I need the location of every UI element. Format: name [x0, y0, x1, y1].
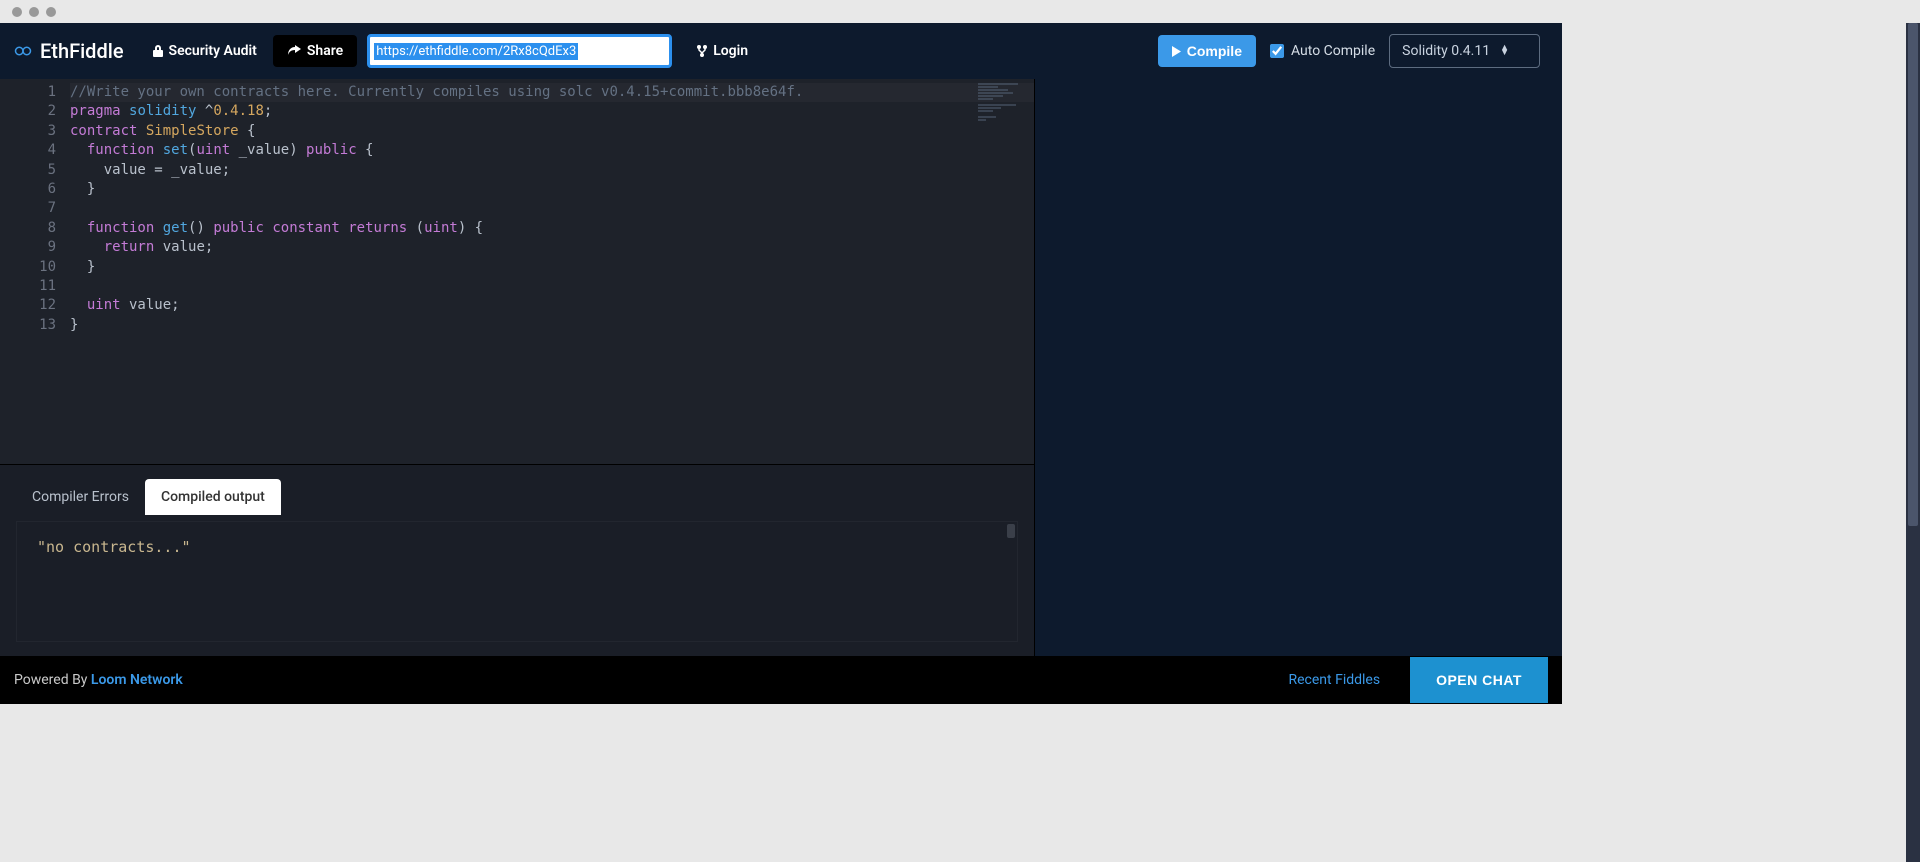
lock-icon [152, 44, 164, 58]
output-area: Compiler Errors Compiled output "no cont… [0, 465, 1034, 656]
footer-credit: Powered By Loom Network [14, 672, 183, 688]
tab-compiled-output[interactable]: Compiled output [145, 479, 281, 515]
loom-network-link[interactable]: Loom Network [91, 672, 183, 688]
powered-prefix: Powered By [14, 672, 91, 688]
tab-compiler-errors[interactable]: Compiler Errors [16, 479, 145, 515]
auto-compile-toggle[interactable]: Auto Compile [1270, 43, 1375, 59]
share-label: Share [307, 43, 343, 59]
editor-code[interactable]: //Write your own contracts here. Current… [64, 79, 1034, 464]
recent-fiddles-link[interactable]: Recent Fiddles [1289, 672, 1381, 688]
auto-compile-checkbox[interactable] [1270, 44, 1284, 58]
topbar: EthFiddle Security Audit Share https:/ [0, 23, 1562, 79]
compile-label: Compile [1187, 43, 1242, 59]
login-link[interactable]: Login [686, 35, 758, 67]
code-editor[interactable]: 12345678910111213 //Write your own contr… [0, 79, 1034, 465]
auto-compile-label: Auto Compile [1291, 43, 1375, 59]
window-titlebar [0, 0, 1562, 23]
minimap-icon [978, 83, 1028, 133]
security-audit-link[interactable]: Security Audit [142, 35, 267, 67]
play-icon [1172, 46, 1181, 57]
login-label: Login [713, 43, 748, 59]
solidity-version-select[interactable]: Solidity 0.4.11 ▲▼ [1389, 34, 1540, 68]
output-pane[interactable]: "no contracts..." [16, 521, 1018, 642]
close-dot-icon[interactable] [12, 7, 22, 17]
page-scrollbar[interactable] [1906, 23, 1920, 862]
maximize-dot-icon[interactable] [46, 7, 56, 17]
page-scrollbar-thumb[interactable] [1908, 23, 1918, 526]
select-caret-icon: ▲▼ [1500, 46, 1509, 56]
compile-button[interactable]: Compile [1158, 35, 1256, 67]
security-audit-label: Security Audit [169, 43, 257, 59]
editor-gutter: 12345678910111213 [0, 79, 64, 464]
share-button[interactable]: Share [273, 35, 357, 67]
right-panel [1034, 79, 1562, 656]
output-scrollbar[interactable] [1007, 524, 1015, 538]
share-icon [287, 45, 301, 57]
app-name: EthFiddle [40, 39, 124, 63]
output-text: "no contracts..." [37, 538, 191, 556]
open-chat-button[interactable]: OPEN CHAT [1410, 657, 1548, 703]
share-url-input[interactable]: https://ethfiddle.com/2Rx8cQdEx3 [367, 34, 672, 68]
fork-icon [696, 44, 708, 58]
share-url-value: https://ethfiddle.com/2Rx8cQdEx3 [374, 43, 578, 60]
app-logo[interactable]: EthFiddle [14, 39, 124, 63]
footer: Powered By Loom Network Recent Fiddles O… [0, 656, 1562, 704]
version-label: Solidity 0.4.11 [1402, 43, 1490, 59]
minimize-dot-icon[interactable] [29, 7, 39, 17]
logo-icon [14, 42, 32, 60]
